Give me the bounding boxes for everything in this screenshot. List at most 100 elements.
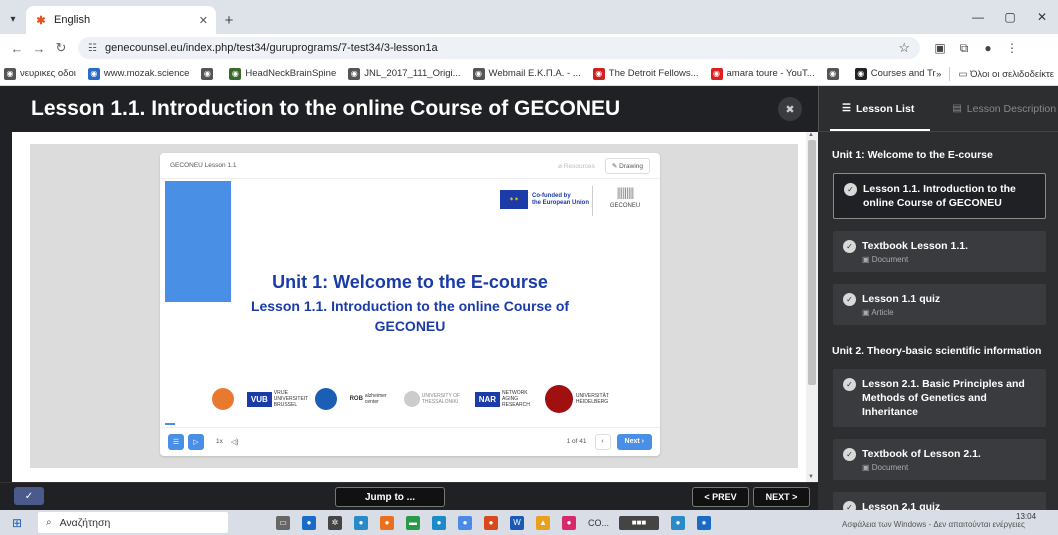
bookmark-favicon-icon: ◉ (592, 67, 605, 80)
edge-icon[interactable]: ● (432, 515, 446, 530)
bookmark-item[interactable]: ◉ The Detroit Fellows... (592, 67, 699, 80)
close-window-icon[interactable]: ✕ (1026, 10, 1058, 24)
site-info-icon[interactable]: ☷ (88, 43, 97, 54)
doc-type-icon: ▣ (862, 463, 872, 472)
lesson-item[interactable]: ✓ Lesson 2.1. Basic Principles and Method… (833, 369, 1046, 427)
volume-icon[interactable]: ◁) (231, 438, 239, 446)
bookmark-item[interactable]: ◉ HeadNeckBrainSpine (229, 67, 336, 80)
lesson-item[interactable]: ✓Lesson 2.1 quiz▣ Article (833, 492, 1046, 510)
scroll-thumb[interactable] (808, 140, 816, 385)
unit-heading: Unit 1: Welcome to the E-course (832, 149, 993, 161)
task-view-icon[interactable]: ▭ (276, 515, 290, 530)
jump-to-button[interactable]: Jump to ... (335, 487, 445, 507)
app-icon-6[interactable]: ● (562, 515, 576, 530)
close-lesson-icon[interactable]: ✖ (778, 97, 802, 121)
partner-logo-heidelberg: UNIVERSITÄT HEIDELBERG (544, 385, 612, 413)
lesson-item[interactable]: ✓ Textbook Lesson 1.1. ▣ Document (833, 231, 1046, 272)
slide-next-button[interactable]: Next › (616, 433, 652, 450)
viewer-scrollbar[interactable]: ▲ ▼ (806, 132, 818, 482)
tab-close-icon[interactable]: ✕ (199, 14, 208, 27)
bookmark-item[interactable]: ◉ www.mozak.science (87, 67, 189, 80)
joomla-icon: ✱ (36, 14, 46, 27)
bookmark-item[interactable]: ◉ JNL_2017_111_Origi... (348, 67, 461, 80)
windows-start-icon[interactable]: ⊞ (0, 516, 34, 530)
bookmarks-more-button[interactable]: » (936, 69, 941, 80)
maximize-icon[interactable]: ▢ (994, 10, 1026, 24)
firefox-icon[interactable]: ● (380, 515, 394, 530)
tab-title: English (54, 14, 91, 26)
bookmark-item[interactable]: ◉ Webmail Ε.Κ.Π.Α. - ... (472, 67, 581, 80)
taskbar-search[interactable]: ⌕ Αναζήτηση (38, 512, 228, 533)
address-bar[interactable]: ☷ genecounsel.eu/index.php/test34/gurupr… (78, 37, 920, 59)
bookmark-favicon-icon: ◉ (710, 67, 723, 80)
app-icon-2[interactable]: ● (354, 515, 368, 530)
partner-logo-globe (314, 388, 337, 410)
lesson-item[interactable]: ✓ Lesson 1.1 quiz ▣ Article (833, 284, 1046, 325)
lesson-item-title: Lesson 1.1. Introduction to the online C… (863, 183, 1016, 209)
play-button[interactable]: ▷ (188, 433, 204, 450)
slide-prev-button[interactable]: ‹ (594, 433, 611, 450)
slide-stage: GECONEU Lesson 1.1 ⌀ Resources ✎ Drawing… (30, 144, 798, 468)
next-lesson-button[interactable]: NEXT > (753, 487, 810, 507)
app-icon-8[interactable]: ● (697, 515, 712, 530)
app-icon-7[interactable]: ● (671, 515, 686, 530)
bookmark-favicon-icon: ◉ (229, 67, 242, 80)
lesson-item[interactable]: ✓ Textbook of Lesson 2.1. ▣ Document (833, 439, 1046, 480)
page-title: Lesson 1.1. Introduction to the online C… (31, 97, 621, 120)
app-icon-4[interactable]: ● (484, 515, 498, 530)
geconeu-label: GECONEU (609, 203, 641, 209)
word-icon[interactable]: W (510, 515, 524, 530)
extension-icon[interactable]: ▣ (928, 41, 952, 56)
menu-icon[interactable]: ⋮ (1000, 41, 1024, 56)
geconeu-logo: ⦀⦀⦀ GECONEU (600, 186, 650, 209)
bookmark-item[interactable]: ◉ (826, 67, 843, 80)
settings-icon[interactable]: ✲ (328, 515, 342, 530)
tab-lesson-list[interactable]: ☰ Lesson List (842, 103, 914, 115)
lesson-nav-bar: ✓ Jump to ... < PREV NEXT > (0, 482, 818, 510)
partner-logo-aristotle: UNIVERSITY OF THESSALONIKI (403, 391, 462, 407)
lesson-item-title: Textbook Lesson 1.1. (862, 240, 968, 252)
slide-menu-button[interactable]: ☰ (168, 433, 184, 450)
puzzle-icon[interactable]: ⧉ (952, 41, 976, 56)
lesson-item-meta: ▣ Document (862, 255, 909, 264)
taskbar-co-label[interactable]: CO... (588, 518, 609, 528)
slide-course-label: GECONEU Lesson 1.1 (170, 162, 237, 169)
slide-controls: ☰ ▷ 1x ◁) 1 of 41 ‹ Next › (160, 427, 660, 455)
sidebar-tabs: ☰ Lesson List ▤ Lesson Description (818, 86, 1058, 132)
profile-icon[interactable]: ● (976, 41, 1000, 56)
browser-tab-active[interactable]: ✱ English ✕ (26, 6, 216, 34)
minimize-icon[interactable]: — (962, 10, 994, 24)
tab-lesson-description[interactable]: ▤ Lesson Description (952, 103, 1056, 115)
bookmark-label: JNL_2017_111_Origi... (364, 68, 461, 79)
toggle-sidebar-button[interactable]: ✓ (14, 487, 44, 505)
app-icon-3[interactable]: ▬ (406, 515, 420, 530)
app-icon-1[interactable]: ● (302, 515, 316, 530)
reload-icon[interactable]: ↻ (50, 40, 72, 56)
bookmark-item[interactable]: ◉ (201, 67, 217, 80)
back-icon[interactable]: ← (6, 41, 28, 56)
bookmark-item[interactable]: ◉ νευρικες οδοι (4, 67, 76, 80)
active-tab-indicator (830, 129, 930, 131)
tray-apps-icon[interactable]: ■■■ (619, 515, 660, 530)
bookmark-star-icon[interactable]: ☆ (898, 40, 910, 56)
scroll-up-icon[interactable]: ▲ (808, 132, 814, 138)
speed-button[interactable]: 1x (216, 438, 223, 445)
browser-tabbar: ▾ ✱ English ✕ + — ▢ ✕ (0, 0, 1058, 34)
scroll-down-icon[interactable]: ▼ (808, 474, 814, 480)
doc-type-icon: ▣ (862, 255, 872, 264)
resources-button[interactable]: ⌀ Resources (558, 162, 595, 170)
bookmark-item[interactable]: ◉ amara toure - YouT... (710, 67, 815, 80)
app-icon-5[interactable]: ▲ (536, 515, 550, 530)
prev-lesson-button[interactable]: < PREV (692, 487, 749, 507)
description-icon: ▤ (952, 103, 962, 114)
chrome-icon[interactable]: ● (458, 515, 472, 530)
drawing-button[interactable]: ✎ Drawing (604, 157, 650, 174)
check-icon: ✓ (843, 501, 856, 510)
security-notice: Ασφάλεια των Windows - Δεν απαιτούνται ε… (842, 520, 1025, 529)
bookmark-favicon-icon: ◉ (472, 67, 485, 80)
all-bookmarks-button[interactable]: Όλοι οι σελιδοδείκτε (970, 69, 1054, 80)
forward-icon[interactable]: → (28, 41, 50, 56)
lesson-item[interactable]: ✓ Lesson 1.1. Introduction to the online … (833, 173, 1046, 219)
new-tab-button[interactable]: + (216, 6, 242, 34)
tab-search-icon[interactable]: ▾ (0, 4, 26, 34)
